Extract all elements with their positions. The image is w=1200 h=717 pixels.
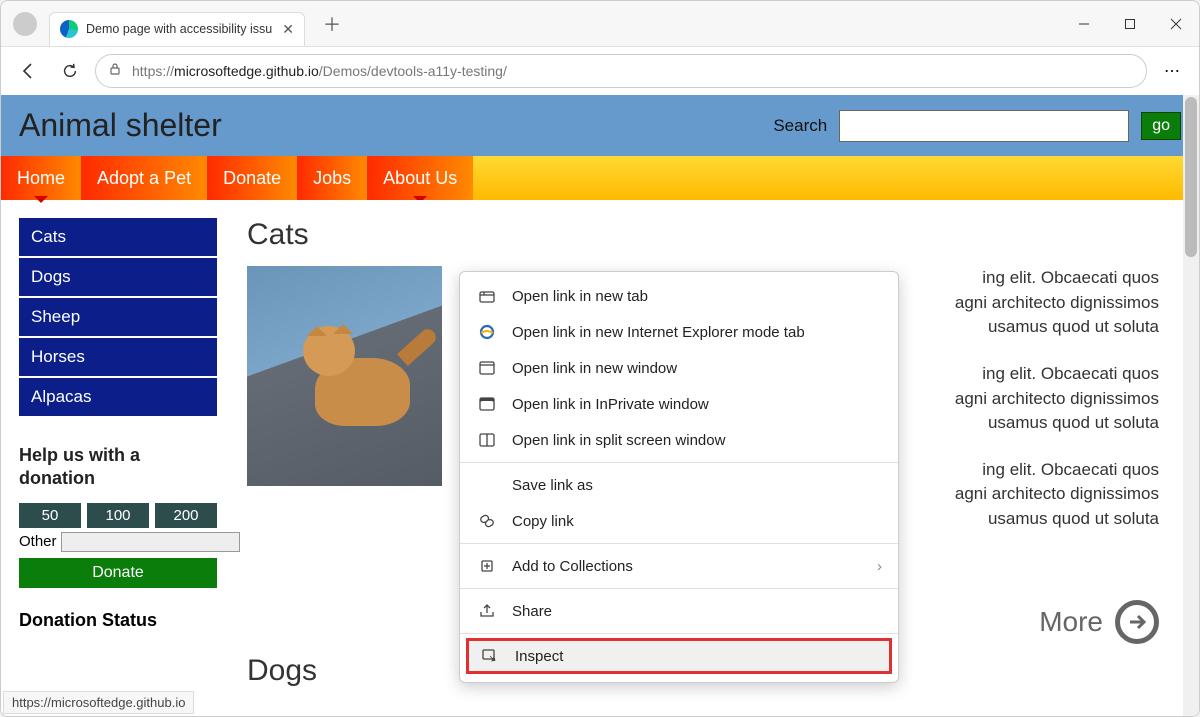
search-input[interactable] (839, 110, 1129, 142)
address-bar[interactable]: https://microsoftedge.github.io/Demos/de… (95, 54, 1147, 88)
go-button[interactable]: go (1141, 112, 1181, 140)
new-tab-button[interactable]: ＋ (315, 7, 349, 41)
sidebar-item-dogs[interactable]: Dogs (19, 258, 217, 298)
main-nav: Home Adopt a Pet Donate Jobs About Us (1, 156, 1199, 200)
ctx-open-inprivate[interactable]: Open link in InPrivate window (460, 386, 898, 422)
page-header: Animal shelter Search go (1, 95, 1199, 156)
ctx-open-new-tab[interactable]: Open link in new tab (460, 278, 898, 314)
new-tab-icon (476, 287, 498, 305)
ctx-open-window[interactable]: Open link in new window (460, 350, 898, 386)
split-screen-icon (476, 431, 498, 449)
collections-icon (476, 557, 498, 575)
status-bar: https://microsoftedge.github.io (3, 691, 194, 714)
search-label: Search (773, 116, 827, 136)
browser-tab[interactable]: Demo page with accessibility issu ✕ (49, 12, 305, 46)
settings-more-button[interactable]: ⋯ (1155, 54, 1189, 88)
url-text: https://microsoftedge.github.io/Demos/de… (132, 63, 507, 79)
sidebar-item-cats[interactable]: Cats (19, 218, 217, 258)
other-label: Other (19, 533, 57, 550)
title-bar: Demo page with accessibility issu ✕ ＋ (1, 1, 1199, 47)
chevron-right-icon: › (877, 558, 882, 575)
ctx-save-link-as[interactable]: Save link as (460, 467, 898, 503)
link-icon (476, 512, 498, 530)
minimize-button[interactable] (1061, 1, 1107, 47)
profile-avatar[interactable] (13, 12, 37, 36)
toolbar: https://microsoftedge.github.io/Demos/de… (1, 47, 1199, 95)
nav-jobs[interactable]: Jobs (297, 156, 367, 200)
blank-icon (476, 476, 498, 494)
ctx-share[interactable]: Share (460, 593, 898, 629)
amount-100[interactable]: 100 (87, 503, 149, 528)
ctx-open-split[interactable]: Open link in split screen window (460, 422, 898, 458)
sidebar: Cats Dogs Sheep Horses Alpacas Help us w… (19, 218, 217, 702)
context-menu: Open link in new tab Open link in new In… (459, 271, 899, 683)
back-button[interactable] (11, 54, 45, 88)
arrow-right-icon[interactable] (1115, 600, 1159, 644)
inspect-icon (479, 647, 501, 665)
heading-cats: Cats (247, 218, 1159, 252)
sidebar-item-horses[interactable]: Horses (19, 338, 217, 378)
maximize-button[interactable] (1107, 1, 1153, 47)
nav-donate[interactable]: Donate (207, 156, 297, 200)
amount-200[interactable]: 200 (155, 503, 217, 528)
sidebar-item-sheep[interactable]: Sheep (19, 298, 217, 338)
ctx-copy-link[interactable]: Copy link (460, 503, 898, 539)
sidebar-item-alpacas[interactable]: Alpacas (19, 378, 217, 418)
close-window-button[interactable] (1153, 1, 1199, 47)
donation-status-heading: Donation Status (19, 610, 217, 631)
scrollbar[interactable] (1183, 95, 1199, 716)
share-icon (476, 602, 498, 620)
window-icon (476, 359, 498, 377)
nav-about[interactable]: About Us (367, 156, 473, 200)
donate-button[interactable]: Donate (19, 558, 217, 588)
edge-favicon-icon (60, 20, 78, 38)
inprivate-icon (476, 395, 498, 413)
ctx-add-collections[interactable]: Add to Collections › (460, 548, 898, 584)
close-tab-icon[interactable]: ✕ (282, 21, 294, 38)
tab-title: Demo page with accessibility issu (86, 22, 272, 36)
other-amount-input[interactable] (61, 532, 240, 552)
ie-icon (476, 323, 498, 341)
site-title: Animal shelter (19, 107, 222, 144)
refresh-button[interactable] (53, 54, 87, 88)
amount-50[interactable]: 50 (19, 503, 81, 528)
ctx-inspect[interactable]: Inspect (466, 638, 892, 674)
more-link[interactable]: More (1039, 606, 1103, 638)
lock-icon (108, 62, 122, 81)
nav-home[interactable]: Home (1, 156, 81, 200)
nav-adopt[interactable]: Adopt a Pet (81, 156, 207, 200)
cat-image (247, 266, 442, 486)
ctx-open-ie-tab[interactable]: Open link in new Internet Explorer mode … (460, 314, 898, 350)
donation-heading: Help us with a donation (19, 444, 217, 491)
